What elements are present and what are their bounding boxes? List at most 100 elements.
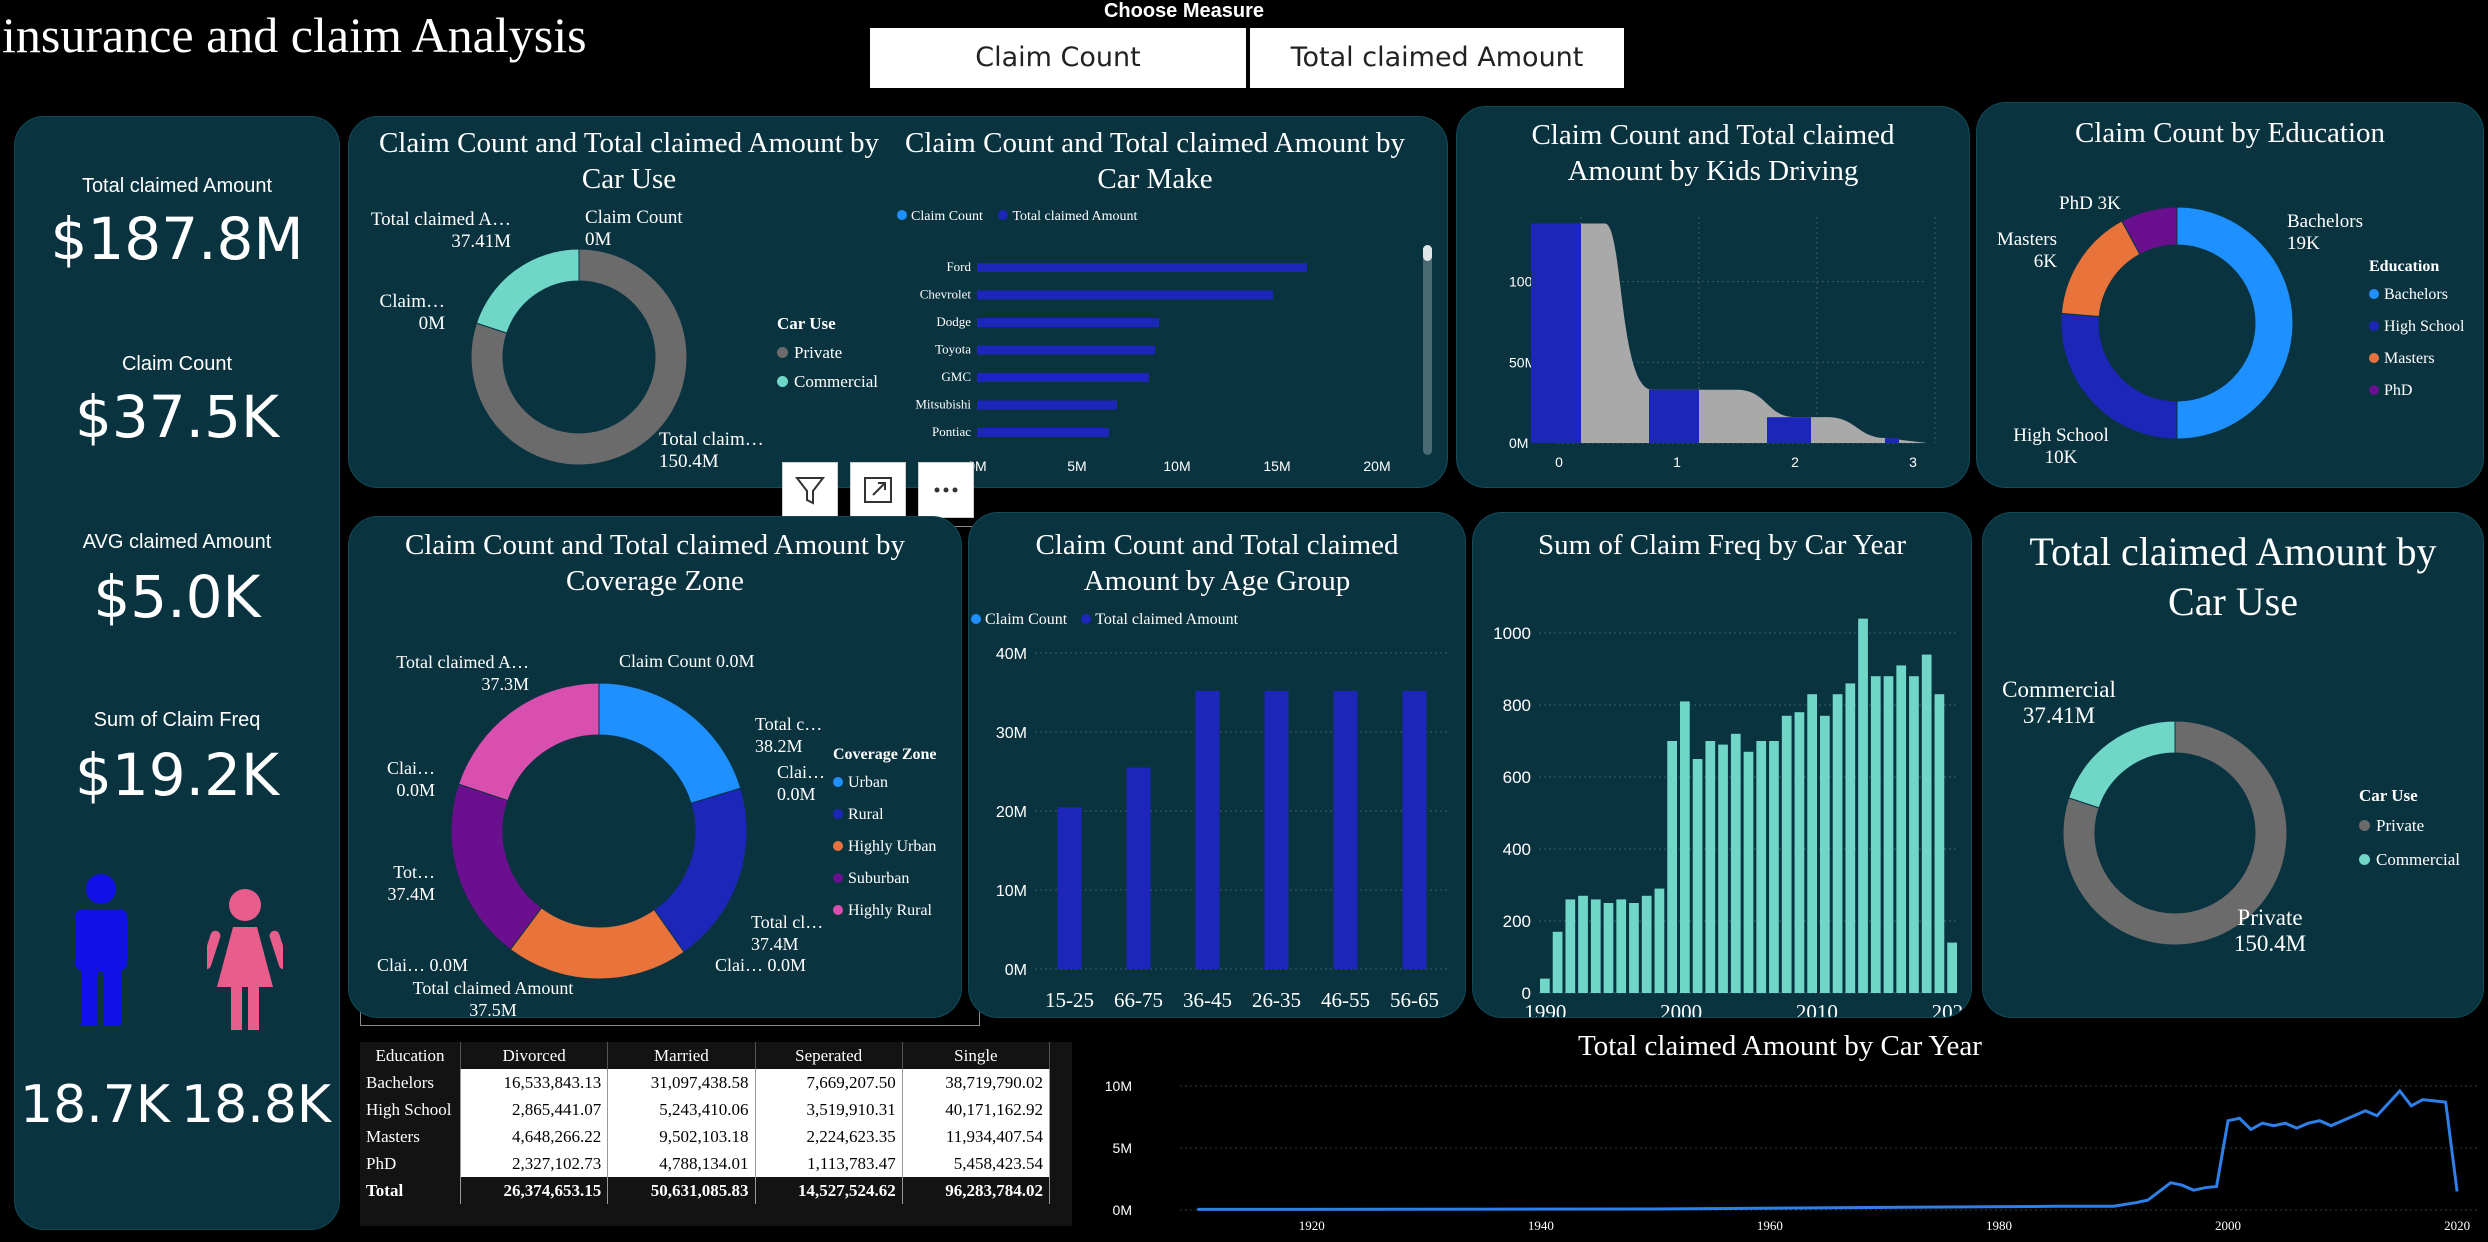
legend-item-urban[interactable]: Urban: [833, 767, 937, 799]
legend-item-highly-rural[interactable]: Highly Rural: [833, 895, 937, 927]
kids-driving-title: Claim Count and Total claimed Amount by …: [1531, 119, 1895, 187]
legend-item-bachelors[interactable]: Bachelors: [2369, 279, 2464, 311]
legend-dot: [777, 347, 788, 358]
coverage-zone-donut[interactable]: [449, 681, 749, 981]
legend-title: Car Use: [777, 314, 836, 333]
education-panel: Claim Count by Education PhD 3K Masters 6…: [1976, 102, 2484, 488]
matrix-header-cell[interactable]: Divorced: [460, 1042, 609, 1069]
label-text: Tot…: [393, 862, 435, 882]
legend-dot: [897, 210, 907, 220]
freq-bar: [1718, 744, 1728, 993]
age-bar: [1264, 690, 1289, 969]
car-make-title: Claim Count and Total claimed Amount by …: [904, 127, 1406, 195]
matrix-header-cell[interactable]: Education: [360, 1042, 461, 1069]
filter-button[interactable]: [782, 462, 838, 518]
legend-item-claim-count[interactable]: Claim Count: [897, 209, 983, 224]
freq-bar: [1603, 903, 1614, 993]
legend-title: Coverage Zone: [833, 746, 937, 763]
legend-label: Suburban: [848, 870, 910, 887]
kids-bar-step: [1885, 438, 1899, 443]
legend-label: Claim Count: [985, 611, 1068, 628]
legend-label: Commercial: [794, 372, 879, 391]
education-legend: Education Bachelors High School Masters …: [2369, 255, 2464, 407]
focus-mode-button[interactable]: [850, 462, 906, 518]
age-x-tick: 56-65: [1390, 988, 1439, 1012]
focus-mode-icon: [864, 477, 892, 503]
matrix-total-cell: 26,374,653.15: [460, 1177, 609, 1204]
freq-bar: [1883, 676, 1894, 993]
donut-slice-commercial: [2068, 720, 2176, 809]
freq-y-tick: 600: [1503, 768, 1531, 787]
freq-y-tick: 400: [1503, 840, 1531, 859]
legend-item-high-school[interactable]: High School: [2369, 311, 2464, 343]
freq-bar: [1820, 715, 1830, 993]
matrix-cell: 4,648,266.22: [460, 1123, 609, 1150]
zone-label-a: Total claimed A… 37.3M: [379, 651, 529, 695]
kids-area-total-claimed: [1557, 223, 1927, 443]
freq-bar: [1934, 694, 1945, 993]
legend-dot: [2369, 321, 2379, 331]
age-x-tick: 15-25: [1045, 988, 1094, 1012]
education-donut[interactable]: [2057, 203, 2297, 443]
measure-option-claim-count[interactable]: Claim Count: [870, 28, 1246, 88]
legend-dot: [2359, 820, 2370, 831]
freq-bar: [1540, 978, 1550, 993]
matrix-cell: 3,519,910.31: [755, 1096, 903, 1123]
legend-label: Bachelors: [2384, 286, 2448, 303]
legend-label: High School: [2384, 318, 2465, 335]
car-make-category-label: Dodge: [936, 314, 971, 329]
label-value: 0.0M: [396, 780, 435, 800]
zone-label-j: Clai… 0.0M: [365, 757, 435, 801]
education-label-masters: Masters 6K: [1985, 229, 2057, 273]
legend-item-phd[interactable]: PhD: [2369, 375, 2464, 407]
donut-slice-bachelors: [2176, 206, 2294, 440]
kids-x-tick: 2: [1791, 454, 1799, 470]
legend-item-commercial[interactable]: Commercial: [2359, 843, 2460, 877]
freq-y-tick: 200: [1503, 912, 1531, 931]
line-chart: 0M 5M 10M 1920 1940 1960 1980 2000 2020: [1105, 1078, 2480, 1233]
legend-item-suburban[interactable]: Suburban: [833, 863, 937, 895]
legend-title: Car Use: [2359, 786, 2418, 805]
donut-slice-urban: [598, 682, 742, 804]
matrix-row-header: Masters: [360, 1123, 461, 1150]
age-x-tick: 46-55: [1321, 988, 1370, 1012]
legend-item-rural[interactable]: Rural: [833, 799, 937, 831]
legend-item-masters[interactable]: Masters: [2369, 343, 2464, 375]
car-make-scrollbar[interactable]: [1423, 245, 1432, 455]
legend-label: Masters: [2384, 350, 2435, 367]
measure-option-total-claimed-amount[interactable]: Total claimed Amount: [1250, 28, 1624, 88]
legend-item-private[interactable]: Private: [777, 338, 878, 367]
age-y-tick: 0M: [1005, 962, 1027, 979]
line-series-total-claimed: [1197, 1088, 2459, 1211]
legend-item-total-claimed[interactable]: Total claimed Amount: [1081, 611, 1238, 628]
legend-dot: [833, 809, 843, 819]
label-value: 6K: [2033, 251, 2057, 272]
label-text: Masters: [1996, 229, 2057, 250]
freq-bar: [1565, 899, 1576, 993]
label-value: 37.41M: [451, 231, 511, 252]
matrix-header-cell[interactable]: Seperated: [755, 1042, 903, 1069]
matrix-total-cell: 50,631,085.83: [607, 1177, 756, 1204]
donut-slice-highly-urban: [509, 907, 685, 980]
donut-slice-suburban: [450, 783, 543, 951]
scrollbar-thumb[interactable]: [1423, 245, 1432, 261]
matrix-header-cell[interactable]: Single: [902, 1042, 1051, 1069]
age-bar: [1333, 690, 1358, 969]
more-options-button[interactable]: [918, 462, 974, 518]
legend-item-total-claimed[interactable]: Total claimed Amount: [998, 209, 1137, 224]
legend-item-highly-urban[interactable]: Highly Urban: [833, 831, 937, 863]
line-x-tick: 2000: [2215, 1218, 2241, 1233]
label-text: Commercial: [2002, 677, 2116, 702]
legend-item-private[interactable]: Private: [2359, 809, 2460, 843]
label-text: Claim…: [379, 291, 445, 312]
legend-item-claim-count[interactable]: Claim Count: [971, 611, 1067, 628]
legend-item-commercial[interactable]: Commercial: [777, 367, 878, 396]
label-text: Total c…: [755, 714, 823, 734]
zone-label-f: Clai… 0.0M: [715, 955, 807, 975]
label-text: Private: [2237, 905, 2303, 930]
matrix-cell: 5,243,410.06: [607, 1096, 756, 1123]
kids-driving-panel: Claim Count and Total claimed Amount by …: [1456, 106, 1970, 488]
matrix-cell: 2,327,102.73: [460, 1150, 609, 1177]
legend-title: Education: [2369, 258, 2440, 275]
matrix-header-cell[interactable]: Married: [607, 1042, 756, 1069]
